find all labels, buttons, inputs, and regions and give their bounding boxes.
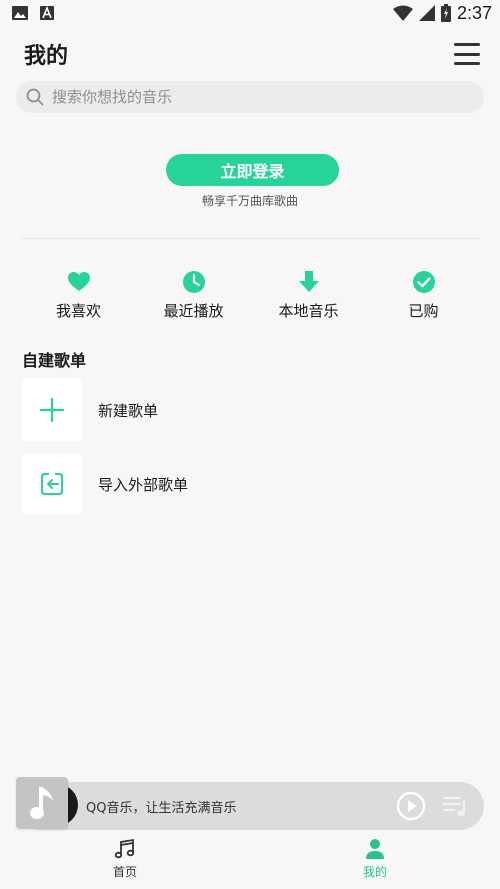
quick-action-favorites[interactable]: 我喜欢 (21, 270, 136, 321)
search-input[interactable] (52, 88, 452, 106)
tab-label: 我的 (362, 865, 387, 879)
divider (20, 238, 480, 239)
playlist-thumb (21, 453, 83, 515)
album-cover[interactable] (16, 777, 68, 829)
tab-home[interactable]: 首页 (0, 834, 250, 889)
login-subtitle: 畅享千万曲库歌曲 (201, 194, 298, 208)
playlist-icon[interactable] (442, 795, 468, 817)
header: 我的 (0, 34, 500, 74)
image-icon (12, 6, 28, 20)
import-icon (41, 473, 63, 495)
music-note-icon (114, 838, 135, 859)
search-icon (26, 88, 44, 106)
page-title: 我的 (24, 44, 69, 69)
new-playlist-button[interactable]: 新建歌单 (21, 379, 481, 441)
quick-action-local[interactable]: 本地音乐 (251, 270, 366, 321)
status-time: 2:37 (456, 2, 492, 23)
person-icon (366, 839, 384, 859)
quick-action-label: 我喜欢 (55, 302, 101, 320)
wifi-icon (392, 5, 413, 21)
tab-mine[interactable]: 我的 (250, 834, 500, 889)
tab-bar: 首页 我的 (0, 834, 500, 889)
playlist-label: 导入外部歌单 (98, 475, 189, 494)
quick-action-label: 最近播放 (163, 302, 224, 320)
play-icon[interactable] (396, 791, 426, 821)
quick-action-label: 本地音乐 (278, 302, 339, 320)
plus-icon (40, 398, 64, 422)
playlist-label: 新建歌单 (98, 401, 159, 420)
section-title-playlists: 自建歌单 (22, 351, 87, 370)
search-bar[interactable] (16, 81, 484, 113)
download-arrow-icon (298, 271, 319, 292)
quick-action-recent[interactable]: 最近播放 (136, 270, 251, 321)
login-button[interactable]: 立即登录 (166, 154, 339, 186)
battery-icon (440, 4, 451, 22)
clock-icon (182, 271, 205, 293)
signal-icon (418, 5, 435, 21)
quick-action-label: 已购 (408, 302, 439, 320)
quick-action-purchased[interactable]: 已购 (366, 270, 481, 321)
playlist-thumb (21, 379, 83, 441)
status-bar: 2:37 (0, 0, 500, 26)
player-title: QQ音乐，让生活充满音乐 (86, 801, 237, 816)
menu-icon[interactable] (454, 43, 480, 65)
tab-label: 首页 (112, 865, 137, 879)
quick-actions: 我喜欢 最近播放 本地音乐 已购 (0, 270, 500, 321)
heart-icon (67, 272, 90, 291)
import-playlist-button[interactable]: 导入外部歌单 (21, 453, 481, 515)
check-circle-icon (412, 271, 435, 293)
text-a-icon (40, 6, 54, 20)
music-note-cover-icon (30, 787, 53, 819)
